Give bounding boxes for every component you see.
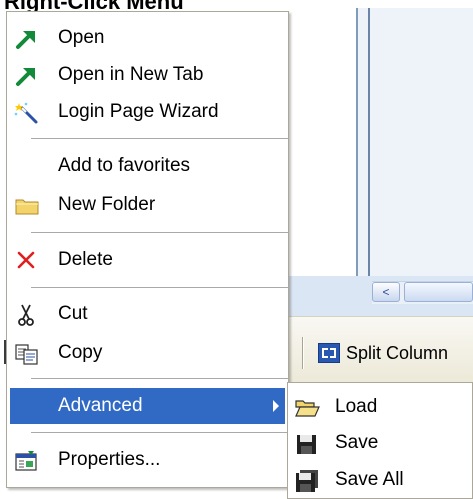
scrollbar-thumb[interactable] [404,282,473,302]
folder-icon [14,194,40,218]
background-panel [358,8,473,276]
menu-separator [31,232,289,233]
submenu-item-save-all[interactable]: Save All [291,462,471,498]
menu-item-add-to-favorites[interactable]: Add to favorites [10,148,285,184]
magic-wand-icon [14,101,40,125]
copy-icon [14,342,40,366]
menu-item-cut[interactable]: Cut [10,296,285,332]
menu-item-label: Login Page Wizard [58,101,219,122]
menu-item-open[interactable]: Open [10,20,285,56]
context-menu: Open Open in New Tab Login Page Wizard A… [6,11,289,488]
split-column-icon [318,343,340,363]
submenu-item-label: Load [335,396,378,417]
floppy-disk-stack-icon [294,469,320,493]
split-column-label: Split Column [346,342,449,363]
menu-item-label: Add to favorites [58,155,191,176]
menu-item-copy[interactable]: Copy [10,335,285,371]
floppy-disk-icon [294,432,320,456]
green-arrow-icon [14,27,40,51]
split-column-button[interactable]: Split Column [318,338,448,368]
submenu-item-label: Save All [335,469,404,490]
submenu-item-load[interactable]: Load [291,389,471,425]
menu-item-login-page-wizard[interactable]: Login Page Wizard [10,94,285,130]
menu-item-advanced[interactable]: Advanced [10,388,285,424]
menu-item-open-new-tab[interactable]: Open in New Tab [10,57,285,93]
submenu-item-save[interactable]: Save [291,425,471,461]
menu-item-label: Cut [58,303,88,324]
menu-item-properties[interactable]: Properties... [10,442,285,478]
panel-border [368,8,370,276]
menu-item-new-folder[interactable]: New Folder [10,187,285,223]
menu-separator [31,138,289,139]
open-folder-icon [294,396,320,420]
menu-item-delete[interactable]: Delete [10,242,285,278]
scroll-left-button[interactable]: < [372,282,400,302]
menu-item-label: Properties... [58,449,161,470]
toolbar-separator [302,337,304,369]
advanced-submenu: Load Save Save All [287,382,473,499]
properties-icon [14,449,40,473]
green-arrow-icon [14,64,40,88]
menu-item-label: Open [58,27,105,48]
menu-item-label: Open in New Tab [58,64,204,85]
submenu-arrow-icon [273,400,279,412]
red-x-icon [14,249,40,273]
submenu-item-label: Save [335,432,379,453]
menu-separator [31,287,289,288]
scissors-icon [14,303,40,327]
menu-item-label: New Folder [58,194,156,215]
background-pane [288,8,357,276]
menu-item-label: Advanced [58,395,143,416]
menu-separator [31,378,289,379]
menu-separator [31,432,289,433]
menu-item-label: Copy [58,342,103,363]
menu-item-label: Delete [58,249,113,270]
